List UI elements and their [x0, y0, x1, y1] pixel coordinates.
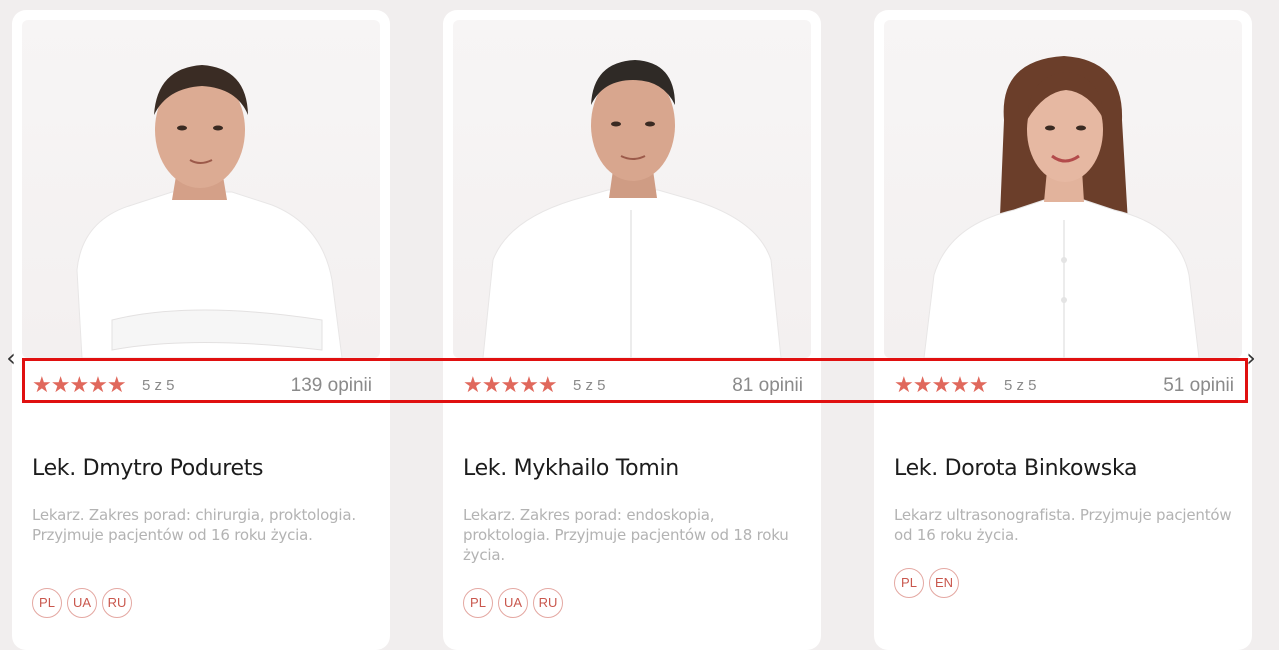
doctor-photo	[884, 20, 1242, 358]
doctor-name[interactable]: Lek. Mykhailo Tomin	[463, 456, 679, 481]
doctors-carousel: ★★★★★ 5 z 5 139 opinii Lek. Dmytro Podur…	[0, 0, 1279, 650]
language-badge-ru: RU	[533, 588, 563, 618]
language-badges: PL UA RU	[463, 588, 563, 618]
language-badge-ua: UA	[498, 588, 528, 618]
language-badge-pl: PL	[894, 568, 924, 598]
doctor-description: Lekarz. Zakres porad: endoskopia, prokto…	[463, 506, 789, 564]
language-badges: PL UA RU	[32, 588, 132, 618]
doctor-photo	[22, 20, 380, 358]
doctor-photo	[453, 20, 811, 358]
doctor-name[interactable]: Lek. Dmytro Podurets	[32, 456, 264, 481]
language-badge-pl: PL	[32, 588, 62, 618]
language-badge-en: EN	[929, 568, 959, 598]
doctor-card[interactable]: ★★★★★ 5 z 5 81 opinii Lek. Mykhailo Tomi…	[443, 10, 821, 650]
language-badge-pl: PL	[463, 588, 493, 618]
doctor-name[interactable]: Lek. Dorota Binkowska	[894, 456, 1138, 481]
doctor-description: Lekarz ultrasonografista. Przyjmuje pacj…	[894, 506, 1232, 544]
doctor-description: Lekarz. Zakres porad: chirurgia, proktol…	[32, 506, 356, 544]
highlight-box	[22, 358, 1248, 403]
language-badges: PL EN	[894, 568, 959, 598]
chevron-left-icon[interactable]: ‹	[0, 344, 22, 374]
doctor-card[interactable]: ★★★★★ 5 z 5 139 opinii Lek. Dmytro Podur…	[12, 10, 390, 650]
language-badge-ru: RU	[102, 588, 132, 618]
language-badge-ua: UA	[67, 588, 97, 618]
doctor-card[interactable]: ★★★★★ 5 z 5 51 opinii Lek. Dorota Binkow…	[874, 10, 1252, 650]
